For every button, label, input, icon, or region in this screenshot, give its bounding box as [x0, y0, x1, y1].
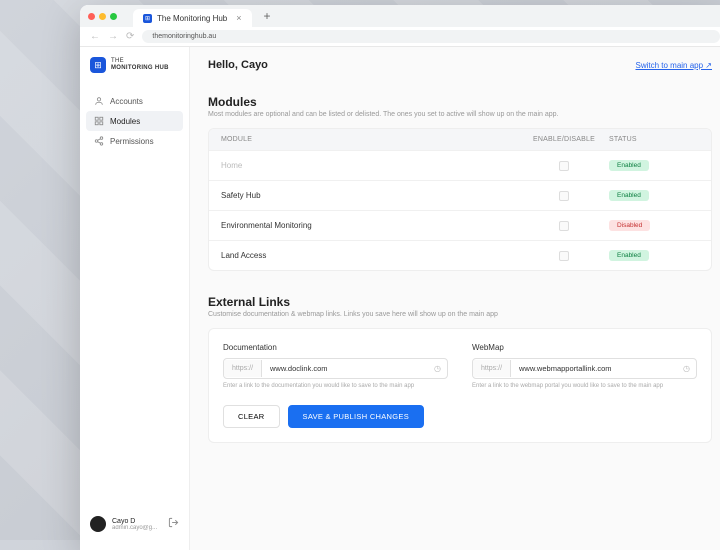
clock-icon[interactable]: ◷ — [677, 364, 696, 373]
share-icon — [94, 136, 104, 146]
avatar[interactable] — [90, 516, 106, 532]
checkbox[interactable] — [559, 191, 569, 201]
sidebar-item-label: Modules — [110, 117, 140, 126]
modules-title: Modules — [208, 95, 712, 109]
favicon-icon: ⊞ — [143, 14, 152, 23]
webmap-protocol: https:// — [473, 360, 511, 377]
doc-label: Documentation — [223, 343, 448, 352]
back-icon[interactable]: ← — [90, 31, 100, 42]
grid-icon — [94, 116, 104, 126]
logout-icon[interactable] — [168, 517, 179, 531]
doc-input-wrap: https:// ◷ — [223, 358, 448, 379]
enable-cell — [519, 191, 609, 201]
module-name: Land Access — [221, 251, 519, 260]
enable-cell — [519, 221, 609, 231]
status-cell: Enabled — [609, 190, 699, 201]
modules-table: MODULE ENABLE/DISABLE STATUS Home Enabled… — [208, 128, 712, 271]
webmap-column: WebMap https:// ◷ Enter a link to the we… — [472, 343, 697, 389]
webmap-input-wrap: https:// ◷ — [472, 358, 697, 379]
col-module: MODULE — [221, 136, 519, 143]
doc-protocol: https:// — [224, 360, 262, 377]
tab-bar: ⊞ The Monitoring Hub × + — [80, 5, 720, 27]
reload-icon[interactable]: ⟳ — [126, 31, 134, 42]
user-email: admin.cayo@g... — [112, 525, 162, 531]
checkbox[interactable] — [559, 251, 569, 261]
doc-helper: Enter a link to the documentation you wo… — [223, 383, 448, 389]
table-row: Land Access Enabled — [209, 240, 711, 270]
sidebar-item-accounts[interactable]: Accounts — [86, 91, 183, 111]
maximize-window-icon[interactable] — [110, 13, 117, 20]
minimize-window-icon[interactable] — [99, 13, 106, 20]
user-name: Cayo D — [112, 518, 162, 525]
checkbox[interactable] — [559, 161, 569, 171]
forward-icon[interactable]: → — [108, 31, 118, 42]
external-links-card: Documentation https:// ◷ Enter a link to… — [208, 328, 712, 443]
close-window-icon[interactable] — [88, 13, 95, 20]
webmap-label: WebMap — [472, 343, 697, 352]
checkbox[interactable] — [559, 221, 569, 231]
enable-cell — [519, 161, 609, 171]
url-bar: ← → ⟳ themonitoringhub.au — [80, 27, 720, 47]
new-tab-button[interactable]: + — [258, 9, 277, 23]
user-info: Cayo D admin.cayo@g... — [112, 518, 162, 531]
webmap-helper: Enter a link to the webmap portal you wo… — [472, 383, 697, 389]
doc-column: Documentation https:// ◷ Enter a link to… — [223, 343, 448, 389]
module-name: Safety Hub — [221, 191, 519, 200]
status-badge: Enabled — [609, 190, 649, 201]
sidebar-item-permissions[interactable]: Permissions — [86, 131, 183, 151]
main-content: Hello, Cayo Switch to main app ↗ Modules… — [190, 47, 720, 550]
sidebar-item-label: Accounts — [110, 97, 143, 106]
logo-text: THE MONITORING HUB — [111, 58, 169, 72]
doc-input[interactable] — [262, 359, 428, 378]
col-enable: ENABLE/DISABLE — [519, 136, 609, 143]
save-publish-button[interactable]: SAVE & PUBLISH CHANGES — [288, 405, 425, 428]
logo: ⊞ THE MONITORING HUB — [80, 57, 189, 87]
status-badge: Enabled — [609, 250, 649, 261]
logo-icon: ⊞ — [90, 57, 106, 73]
modules-subtitle: Most modules are optional and can be lis… — [208, 111, 712, 118]
external-title: External Links — [208, 295, 712, 309]
address-bar[interactable]: themonitoringhub.au — [142, 30, 720, 43]
external-subtitle: Customise documentation & webmap links. … — [208, 311, 712, 318]
status-badge: Enabled — [609, 160, 649, 171]
status-cell: Enabled — [609, 250, 699, 261]
sidebar-nav: Accounts Modules Permissions — [80, 87, 189, 155]
table-row: Safety Hub Enabled — [209, 180, 711, 210]
col-status: STATUS — [609, 136, 699, 143]
button-row: CLEAR SAVE & PUBLISH CHANGES — [223, 405, 697, 428]
module-name: Home — [221, 161, 519, 170]
app-shell: ⊞ THE MONITORING HUB Accounts M — [80, 47, 720, 550]
sidebar-footer: Cayo D admin.cayo@g... — [80, 508, 189, 540]
user-icon — [94, 96, 104, 106]
greeting: Hello, Cayo — [208, 59, 268, 71]
enable-cell — [519, 251, 609, 261]
browser-window: ⊞ The Monitoring Hub × + ← → ⟳ themonito… — [80, 5, 720, 550]
header-row: Hello, Cayo Switch to main app ↗ — [208, 59, 712, 71]
browser-tab[interactable]: ⊞ The Monitoring Hub × — [133, 9, 252, 27]
status-cell: Enabled — [609, 160, 699, 171]
status-badge: Disabled — [609, 220, 650, 231]
switch-app-link[interactable]: Switch to main app ↗ — [635, 61, 712, 70]
sidebar: ⊞ THE MONITORING HUB Accounts M — [80, 47, 190, 550]
close-tab-icon[interactable]: × — [236, 13, 241, 23]
sidebar-item-modules[interactable]: Modules — [86, 111, 183, 131]
status-cell: Disabled — [609, 220, 699, 231]
tab-title: The Monitoring Hub — [157, 14, 227, 23]
table-row: Home Enabled — [209, 150, 711, 180]
clear-button[interactable]: CLEAR — [223, 405, 280, 428]
table-header: MODULE ENABLE/DISABLE STATUS — [209, 129, 711, 150]
module-name: Environmental Monitoring — [221, 221, 519, 230]
sidebar-item-label: Permissions — [110, 137, 154, 146]
table-row: Environmental Monitoring Disabled — [209, 210, 711, 240]
window-controls[interactable] — [88, 13, 117, 20]
clock-icon[interactable]: ◷ — [428, 364, 447, 373]
webmap-input[interactable] — [511, 359, 677, 378]
